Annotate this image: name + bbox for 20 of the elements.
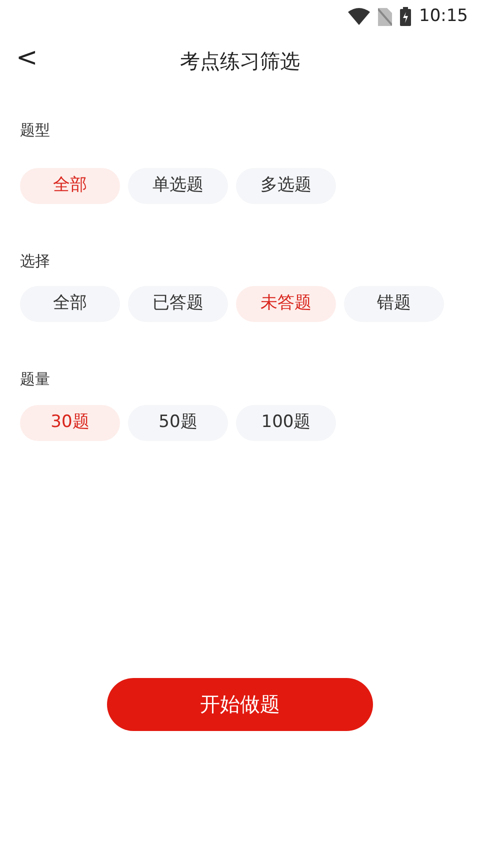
start-button[interactable]: 开始做题 (107, 678, 373, 730)
wifi-icon (348, 8, 370, 25)
filter-option[interactable]: 全部 (20, 286, 120, 322)
filter-option[interactable]: 错题 (344, 286, 444, 322)
section-label: 题型 (20, 120, 51, 141)
filter-option[interactable]: 50题 (128, 404, 228, 440)
section-label: 题量 (20, 369, 51, 390)
filter-option[interactable]: 全部 (20, 168, 120, 204)
filter-option[interactable]: 未答题 (236, 286, 336, 322)
no-sim-icon (378, 8, 392, 26)
status-time: 10:15 (419, 4, 468, 28)
filter-option[interactable]: 30题 (20, 404, 120, 440)
filter-option[interactable]: 100题 (236, 404, 336, 440)
filter-option[interactable]: 单选题 (128, 168, 228, 204)
section-label: 选择 (20, 250, 51, 272)
filter-option[interactable]: 已答题 (128, 286, 228, 322)
back-button[interactable]: < (16, 45, 38, 71)
filter-option[interactable]: 多选题 (236, 168, 336, 204)
page-title: 考点练习筛选 (180, 48, 300, 75)
battery-icon (400, 7, 411, 26)
